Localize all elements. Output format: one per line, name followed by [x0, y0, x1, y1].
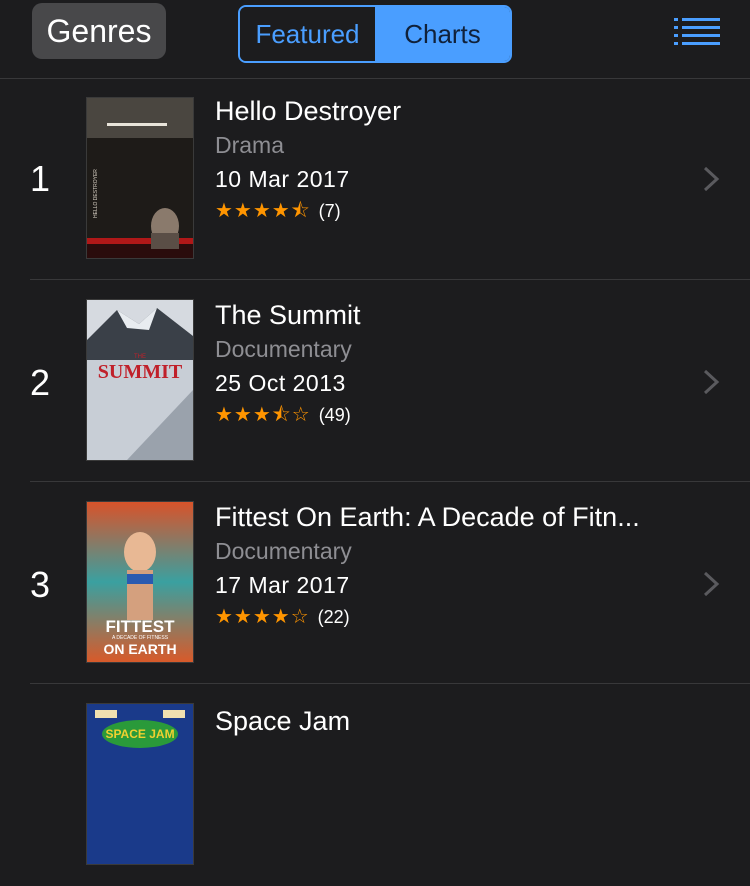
poster-title: FITTEST — [106, 617, 176, 636]
rank-number: 3 — [30, 564, 51, 605]
chart-row[interactable]: SPACE JAM Space Jam — [0, 684, 750, 886]
poster-image: THE SUMMIT — [86, 299, 194, 461]
movie-genre: Documentary — [215, 336, 352, 362]
segmented-control: Featured Charts — [238, 5, 512, 63]
chart-row[interactable]: 2 THE SUMMIT The Summit Documentary 25 O… — [0, 280, 750, 482]
poster-title: SUMMIT — [98, 361, 183, 383]
chevron-right-icon[interactable] — [702, 570, 720, 598]
stars-icon: ★★★★⯪ — [215, 200, 311, 222]
release-date: 17 Mar 2017 — [215, 572, 350, 598]
tab-charts[interactable]: Charts — [375, 7, 510, 61]
poster-image: FITTEST A DECADE OF FITNESS ON EARTH — [86, 501, 194, 663]
movie-info: Hello Destroyer Drama 10 Mar 2017 ★★★★⯪ … — [215, 94, 685, 226]
poster-title: SPACE JAM — [105, 727, 174, 741]
poster-subtitle: ON EARTH — [103, 641, 176, 657]
star-rating: ★★★★⯪ (7) — [215, 196, 685, 226]
poster-title: HELLO DESTROYER — [93, 169, 99, 218]
poster-image: HELLO DESTROYER — [86, 97, 194, 259]
stars-icon: ★★★⯪☆ — [215, 404, 311, 426]
chevron-right-icon[interactable] — [702, 165, 720, 193]
movie-info: The Summit Documentary 25 Oct 2013 ★★★⯪☆… — [215, 298, 685, 430]
chart-row[interactable]: 1 HELLO DESTROYER Hello Destroyer Drama … — [0, 78, 750, 280]
rating-count: (49) — [318, 405, 351, 425]
star-rating: ★★★★☆ (22) — [215, 602, 685, 632]
movie-genre: Drama — [215, 132, 285, 158]
rating-count: (7) — [318, 201, 341, 221]
top-bar: Genres Featured Charts — [0, 0, 750, 79]
rank-number: 1 — [30, 158, 51, 199]
release-date: 10 Mar 2017 — [215, 166, 350, 192]
list-icon[interactable] — [674, 16, 720, 48]
movie-title: The Summit — [215, 300, 361, 330]
movie-genre: Documentary — [215, 538, 352, 564]
chevron-right-icon[interactable] — [702, 368, 720, 396]
release-date: 25 Oct 2013 — [215, 370, 346, 396]
rank-number: 2 — [30, 362, 51, 403]
poster-image: SPACE JAM — [86, 703, 194, 865]
chart-row[interactable]: 3 FITTEST A DECADE OF FITNESS ON EARTH F… — [0, 482, 750, 684]
rating-count: (22) — [317, 607, 350, 627]
movie-title: Fittest On Earth: A Decade of Fitn... — [215, 502, 640, 532]
stars-icon: ★★★★☆ — [215, 606, 310, 628]
tab-featured[interactable]: Featured — [240, 7, 375, 61]
movie-info: Space Jam — [215, 704, 685, 738]
movie-title: Hello Destroyer — [215, 96, 402, 126]
star-rating: ★★★⯪☆ (49) — [215, 400, 685, 430]
poster-small-text: THE — [134, 354, 146, 360]
genres-button[interactable]: Genres — [32, 3, 166, 59]
movie-info: Fittest On Earth: A Decade of Fitn... Do… — [215, 500, 685, 632]
movie-title: Space Jam — [215, 706, 351, 736]
